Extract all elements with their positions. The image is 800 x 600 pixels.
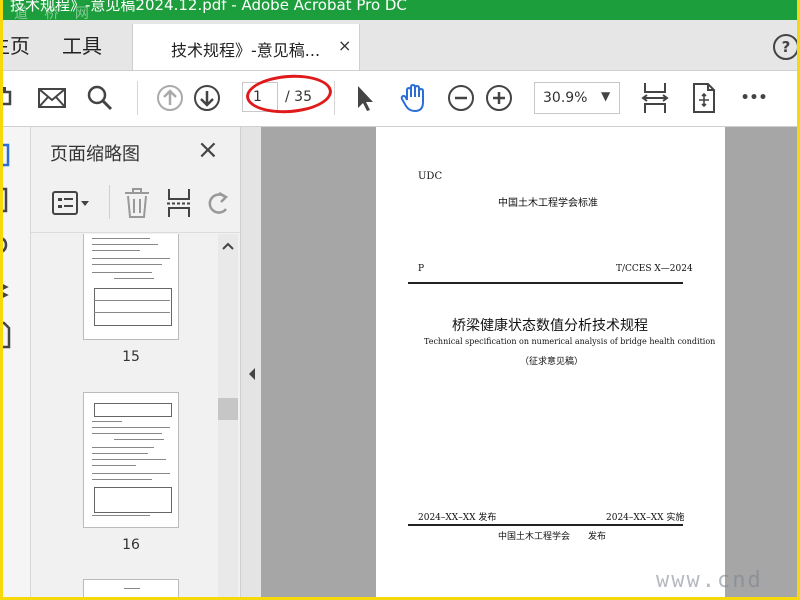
page-thumbnail-15[interactable] (83, 234, 179, 340)
implement-date: 2024–XX–XX 实施 (606, 513, 685, 523)
help-icon[interactable]: ? (773, 34, 799, 60)
thumbnail-scrollbar[interactable] (218, 234, 238, 600)
zoom-in-icon[interactable] (484, 81, 514, 115)
issuer: 中国土木工程学会 发布 (498, 532, 607, 542)
toolbar-separator (334, 81, 335, 115)
document-icon[interactable] (0, 321, 16, 353)
red-ellipse-annotation (244, 72, 334, 116)
title-watermark: 道 桥 网 (14, 6, 95, 20)
scrollbar-thumb[interactable] (218, 398, 238, 420)
more-tools-icon[interactable]: ••• (740, 81, 768, 115)
thumb-text-line (114, 278, 154, 279)
site-watermark: www.cnd (656, 568, 763, 593)
draft-note: （征求意见稿） (520, 357, 584, 367)
panel-splitter[interactable] (240, 127, 261, 600)
thumb-table (94, 288, 172, 326)
close-tab-icon[interactable]: × (338, 36, 351, 55)
attachments-icon[interactable] (0, 231, 16, 263)
toolbar: 1 / 35 30.9% ▼ ••• (0, 71, 800, 127)
rotate-page-icon[interactable] (205, 189, 231, 221)
udc-label: UDC (418, 171, 443, 182)
panel-title: 页面缩略图 (50, 144, 140, 165)
thumbnails-panel: 页面缩略图 × 15 16 (31, 127, 240, 600)
rotate-view-icon[interactable] (689, 81, 719, 115)
toolbar-separator (137, 81, 138, 115)
thumb-text-line (92, 473, 170, 474)
publish-date: 2024–XX–XX 发布 (418, 513, 497, 523)
thumb-table (94, 403, 172, 417)
delete-page-icon[interactable] (123, 187, 151, 223)
document-tab-label: 技术规程》-意见稿... (171, 41, 321, 60)
title-en: Technical specification on numerical ana… (424, 337, 716, 346)
next-page-icon[interactable] (191, 81, 223, 115)
thumb-text-line (92, 264, 162, 265)
org-standard: 中国土木工程学会标准 (498, 198, 598, 209)
chevron-down-icon: ▼ (601, 89, 611, 103)
thumb-table (94, 487, 172, 513)
document-tab[interactable]: 技术规程》-意见稿... × (132, 24, 360, 70)
zoom-value: 30.9% (543, 90, 588, 106)
hand-tool-icon[interactable] (397, 81, 431, 115)
thumb-text-line (92, 453, 148, 454)
email-icon[interactable] (36, 81, 68, 115)
thumbnail-list: 15 16 (31, 234, 217, 600)
document-view[interactable]: UDC 中国土木工程学会标准 P T/CCES X—2024 桥梁健康状态数值分… (261, 127, 800, 600)
thumb-text-line (92, 459, 166, 460)
select-arrow-icon[interactable] (350, 81, 378, 115)
close-panel-icon[interactable]: × (197, 135, 219, 165)
p-label: P (418, 264, 425, 274)
thumb-text-line (114, 439, 164, 440)
thumb-text-line (92, 258, 170, 259)
menu-bar: 主页 工具 技术规程》-意见稿... × ? (0, 20, 800, 71)
zoom-select[interactable]: 30.9% ▼ (534, 82, 620, 114)
thumb-text-line (92, 447, 154, 448)
thumb-text-line (92, 427, 170, 428)
collapse-panel-icon[interactable] (248, 367, 256, 384)
standard-code: T/CCES X—2024 (616, 264, 693, 274)
home-menu[interactable]: 主页 (0, 30, 30, 59)
pdf-page: UDC 中国土木工程学会标准 P T/CCES X—2024 桥梁健康状态数值分… (376, 127, 725, 600)
search-icon[interactable] (84, 81, 116, 115)
thumb-text-line (92, 465, 136, 466)
thumb-text-line (92, 250, 140, 251)
thumb-text-line (124, 588, 140, 589)
thumb-text-line (92, 244, 158, 245)
header-rule (408, 282, 683, 284)
scroll-up-icon[interactable] (222, 240, 234, 254)
thumb-text-line (92, 515, 150, 516)
thumb-text-line (92, 238, 150, 239)
thumb-text-line (94, 300, 170, 301)
extract-page-icon[interactable] (165, 187, 193, 223)
tools-menu[interactable]: 工具 (62, 30, 102, 59)
layers-icon[interactable] (0, 277, 16, 309)
thumb-text-line (94, 312, 170, 313)
print-icon[interactable] (0, 81, 18, 115)
bookmarks-icon[interactable] (0, 187, 16, 219)
thumbnail-page-number: 15 (122, 349, 140, 365)
title-bar: 技术规程》-意见稿2024.12.pdf - Adobe Acrobat Pro… (0, 0, 800, 20)
options-menu-icon[interactable] (51, 189, 91, 221)
zoom-out-icon[interactable] (446, 81, 476, 115)
footer-rule (408, 524, 683, 526)
thumb-text-line (92, 272, 152, 273)
panel-tools (31, 177, 240, 233)
page-thumbnail-16[interactable] (83, 392, 179, 528)
page-thumbnails-icon[interactable] (0, 141, 16, 173)
title-cn: 桥梁健康状态数值分析技术规程 (452, 318, 648, 334)
thumb-text-line (92, 479, 152, 480)
thumb-text-line (92, 421, 122, 422)
page-thumbnail-17[interactable] (83, 579, 179, 600)
panel-tool-separator (109, 185, 110, 219)
previous-page-icon[interactable] (154, 81, 186, 115)
fit-page-icon[interactable] (640, 81, 670, 115)
left-navigation-strip (0, 127, 31, 600)
thumb-text-line (92, 433, 162, 434)
thumbnail-page-number: 16 (122, 537, 140, 553)
